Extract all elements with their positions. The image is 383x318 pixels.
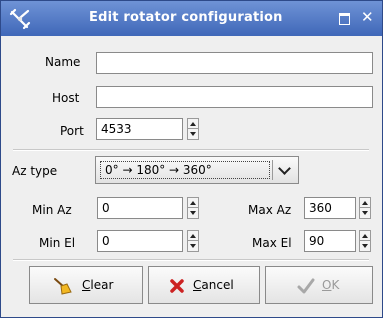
az-type-label: Az type [12, 164, 58, 178]
max-az-stepper[interactable] [359, 197, 371, 219]
increment-icon[interactable] [188, 231, 198, 241]
checkmark-icon [297, 278, 315, 294]
max-el-label: Max El [252, 236, 292, 250]
name-label: Name [45, 55, 81, 69]
window-title: Edit rotator configuration [89, 10, 283, 25]
cancel-button[interactable]: Cancel [148, 266, 260, 304]
chevron-down-icon [278, 162, 291, 175]
decrement-icon[interactable] [188, 129, 198, 139]
az-type-select[interactable]: 0° → 180° → 360° [95, 156, 299, 184]
red-x-icon [170, 279, 184, 293]
dialog-window: Edit rotator configuration ✕ Name Host P… [0, 0, 383, 318]
az-type-value: 0° → 180° → 360° [100, 161, 270, 179]
cancel-label: ancel [201, 278, 234, 292]
clear-button[interactable]: Clear [29, 266, 143, 304]
separator [13, 259, 369, 261]
title-bar[interactable]: Edit rotator configuration ✕ [1, 1, 382, 36]
increment-icon[interactable] [360, 198, 370, 208]
combo-divider [272, 160, 273, 180]
decrement-icon[interactable] [188, 241, 198, 251]
increment-icon[interactable] [360, 231, 370, 241]
host-label: Host [52, 91, 80, 105]
max-el-stepper[interactable] [359, 230, 371, 252]
min-el-field[interactable]: 0 [97, 230, 183, 252]
name-field[interactable] [96, 52, 373, 74]
max-az-label: Max Az [248, 203, 292, 217]
ok-label: K [331, 278, 340, 292]
close-icon[interactable]: ✕ [361, 8, 374, 26]
max-el-field[interactable]: 90 [304, 230, 356, 252]
increment-icon[interactable] [188, 198, 198, 208]
min-az-label: Min Az [32, 203, 72, 217]
min-az-stepper[interactable] [187, 197, 199, 219]
clear-label: lear [90, 278, 114, 292]
decrement-icon[interactable] [360, 208, 370, 218]
min-az-field[interactable]: 0 [97, 197, 183, 219]
min-el-stepper[interactable] [187, 230, 199, 252]
port-stepper[interactable] [187, 118, 199, 140]
decrement-icon[interactable] [188, 208, 198, 218]
port-label: Port [60, 124, 84, 138]
max-az-field[interactable]: 360 [304, 197, 356, 219]
maximize-icon[interactable] [339, 13, 350, 25]
broom-icon [54, 278, 72, 295]
increment-icon[interactable] [188, 119, 198, 129]
host-field[interactable] [96, 86, 373, 108]
separator [13, 149, 369, 151]
min-el-label: Min El [39, 236, 76, 250]
satellite-icon[interactable] [9, 8, 31, 30]
ok-button[interactable]: OK [265, 266, 373, 304]
port-field[interactable]: 4533 [96, 118, 183, 140]
decrement-icon[interactable] [360, 241, 370, 251]
